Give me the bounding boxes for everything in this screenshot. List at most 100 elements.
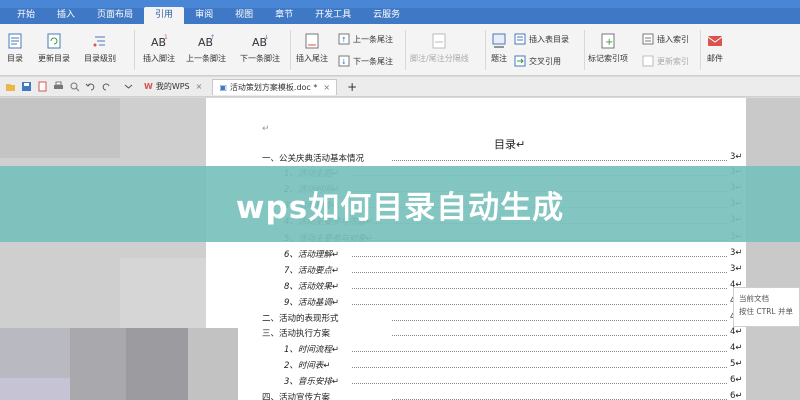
svg-text:↑: ↑ bbox=[210, 34, 215, 41]
prev-endnote-icon: ↑ bbox=[338, 33, 350, 45]
mail-button[interactable]: 邮件 bbox=[706, 32, 724, 64]
tab-references[interactable]: 引用 bbox=[144, 7, 185, 24]
toc-button[interactable]: 目录 bbox=[6, 32, 24, 64]
next-endnote-button[interactable]: ↓ 下一条尾注 bbox=[338, 55, 393, 67]
toc-entry[interactable]: 三、活动执行方案 4↵ bbox=[0, 327, 800, 341]
toc-entry-label: 3、音乐安排↵ bbox=[284, 377, 340, 387]
update-toc-button[interactable]: 更新目录 bbox=[38, 32, 70, 64]
update-index-icon bbox=[642, 55, 654, 67]
close-icon[interactable]: × bbox=[323, 83, 330, 92]
ribbon-separator bbox=[584, 30, 585, 70]
toc-leader-dots bbox=[392, 160, 727, 161]
tab-developer[interactable]: 开发工具 bbox=[304, 7, 362, 24]
toc-page-number: 3↵ bbox=[730, 248, 743, 258]
mail-icon bbox=[706, 32, 724, 50]
toc-entry[interactable]: 二、活动的表现形式4↵ bbox=[0, 312, 800, 326]
open-folder-icon[interactable] bbox=[4, 81, 16, 93]
chevron-down-icon[interactable] bbox=[122, 81, 134, 93]
tab-section[interactable]: 章节 bbox=[264, 7, 304, 24]
insert-index-icon bbox=[642, 33, 654, 45]
save-icon[interactable] bbox=[20, 81, 32, 93]
tab-document[interactable]: ▣ 活动策划方案模板.doc * × bbox=[212, 78, 338, 95]
insert-index-button[interactable]: 插入索引 bbox=[642, 33, 689, 45]
next-footnote-icon: AB ↓ bbox=[251, 32, 269, 50]
toc-entry[interactable]: 7、活动要点↵ 3↵ bbox=[0, 264, 800, 278]
toc-page-number: 3↵ bbox=[730, 152, 743, 162]
toc-leader-dots bbox=[352, 272, 727, 273]
toc-leader-dots bbox=[352, 383, 727, 384]
tab-view[interactable]: 视图 bbox=[224, 7, 264, 24]
toc-entry[interactable]: 一、公关庆典活动基本情况 3↵ bbox=[0, 152, 800, 166]
toc-page-number: 4↵ bbox=[730, 343, 743, 353]
tab-page-layout[interactable]: 页面布局 bbox=[86, 7, 144, 24]
toc-leader-dots bbox=[352, 351, 727, 352]
next-footnote-button[interactable]: AB ↓ 下一条脚注 bbox=[240, 32, 280, 64]
tab-my-wps[interactable]: W 我的WPS × bbox=[138, 79, 208, 95]
tab-home[interactable]: 开始 bbox=[6, 7, 46, 24]
mark-index-entry-button[interactable]: + 标记索引项 bbox=[588, 32, 628, 64]
prev-endnote-button[interactable]: ↑ 上一条尾注 bbox=[338, 33, 393, 45]
undo-icon[interactable] bbox=[84, 81, 96, 93]
toc-page-number: 6↵ bbox=[730, 391, 743, 400]
tab-review[interactable]: 审阅 bbox=[184, 7, 224, 24]
footnote-separator-button[interactable]: 脚注/尾注分隔线 bbox=[410, 32, 469, 64]
toc-entry-label: 二、活动的表现形式 bbox=[262, 314, 339, 324]
update-toc-icon bbox=[45, 32, 63, 50]
mark-index-icon: + bbox=[599, 32, 617, 50]
close-icon[interactable]: × bbox=[196, 82, 203, 91]
toc-entry[interactable]: 2、时间表↵ 5↵ bbox=[0, 359, 800, 373]
toc-level-button[interactable]: 目录级别 bbox=[84, 32, 116, 64]
toc-entry-label: 6、活动理解↵ bbox=[284, 250, 340, 260]
toc-entry[interactable]: 3、音乐安排↵ 6↵ bbox=[0, 375, 800, 389]
next-endnote-icon: ↓ bbox=[338, 55, 350, 67]
toc-page-number: 5↵ bbox=[730, 359, 743, 369]
footnote-icon: AB 1 bbox=[150, 32, 168, 50]
prev-footnote-button[interactable]: AB ↑ 上一条脚注 bbox=[186, 32, 226, 64]
update-index-button[interactable]: 更新索引 bbox=[642, 55, 689, 67]
toc-level-icon bbox=[91, 32, 109, 50]
endnote-icon bbox=[303, 32, 321, 50]
toc-entry[interactable]: 四、活动宣传方案 6↵ bbox=[0, 391, 800, 400]
ribbon-separator bbox=[700, 30, 701, 70]
ribbon-separator bbox=[134, 30, 135, 70]
quick-access-toolbar: W 我的WPS × ▣ 活动策划方案模板.doc * × + bbox=[0, 77, 800, 97]
title-banner: wps如何目录自动生成 bbox=[0, 166, 800, 242]
toc-page-number: 6↵ bbox=[730, 375, 743, 385]
insert-endnote-button[interactable]: 插入尾注 bbox=[296, 32, 328, 64]
toc-entry[interactable]: 9、活动基调↵4↵ bbox=[0, 296, 800, 310]
insert-table-of-figures-button[interactable]: 插入表目录 bbox=[514, 33, 569, 45]
toc-entry-label: 9、活动基调↵ bbox=[284, 298, 340, 308]
toc-leader-dots bbox=[392, 335, 727, 336]
ribbon-separator bbox=[290, 30, 291, 70]
ribbon: 目录 更新目录 目录级别 AB 1 插入脚注 AB ↑ 上一条脚注 AB ↓ 下一条脚… bbox=[0, 24, 800, 76]
paragraph-mark: ↵ bbox=[262, 124, 270, 134]
toc-leader-dots bbox=[352, 304, 727, 305]
toc-page-number: 3↵ bbox=[730, 264, 743, 274]
ribbon-separator bbox=[485, 30, 486, 70]
export-pdf-icon[interactable] bbox=[36, 81, 48, 93]
print-preview-icon[interactable] bbox=[68, 81, 80, 93]
toc-entry[interactable]: 1、时间流程↵ 4↵ bbox=[0, 343, 800, 357]
menu-bar: 开始 插入 页面布局 引用 审阅 视图 章节 开发工具 云服务 bbox=[0, 0, 800, 24]
wps-logo-icon: W bbox=[144, 82, 153, 91]
cross-reference-button[interactable]: 交叉引用 bbox=[514, 55, 561, 67]
tab-cloud-service[interactable]: 云服务 bbox=[362, 7, 411, 24]
svg-text:+: + bbox=[605, 37, 613, 48]
tab-insert[interactable]: 插入 bbox=[46, 7, 86, 24]
toc-entry-label: 7、活动要点↵ bbox=[284, 266, 340, 276]
toc-leader-dots bbox=[352, 367, 727, 368]
toc-entry[interactable]: 8、活动效果↵ 4↵ bbox=[0, 280, 800, 294]
toc-entry-label: 1、时间流程↵ bbox=[284, 345, 340, 355]
ribbon-separator bbox=[405, 30, 406, 70]
print-icon[interactable] bbox=[52, 81, 64, 93]
insert-footnote-button[interactable]: AB 1 插入脚注 bbox=[143, 32, 175, 64]
svg-text:1: 1 bbox=[164, 34, 168, 41]
toc-leader-dots bbox=[352, 256, 727, 257]
toc-entry-label: 四、活动宣传方案 bbox=[262, 393, 331, 400]
toc-entry[interactable]: 6、活动理解↵ 3↵ bbox=[0, 248, 800, 262]
new-tab-button[interactable]: + bbox=[341, 79, 363, 95]
toc-entry-label: 8、活动效果↵ bbox=[284, 282, 340, 292]
caption-button[interactable]: 题注 bbox=[490, 32, 508, 64]
redo-icon[interactable] bbox=[100, 81, 112, 93]
toc-icon bbox=[6, 32, 24, 50]
